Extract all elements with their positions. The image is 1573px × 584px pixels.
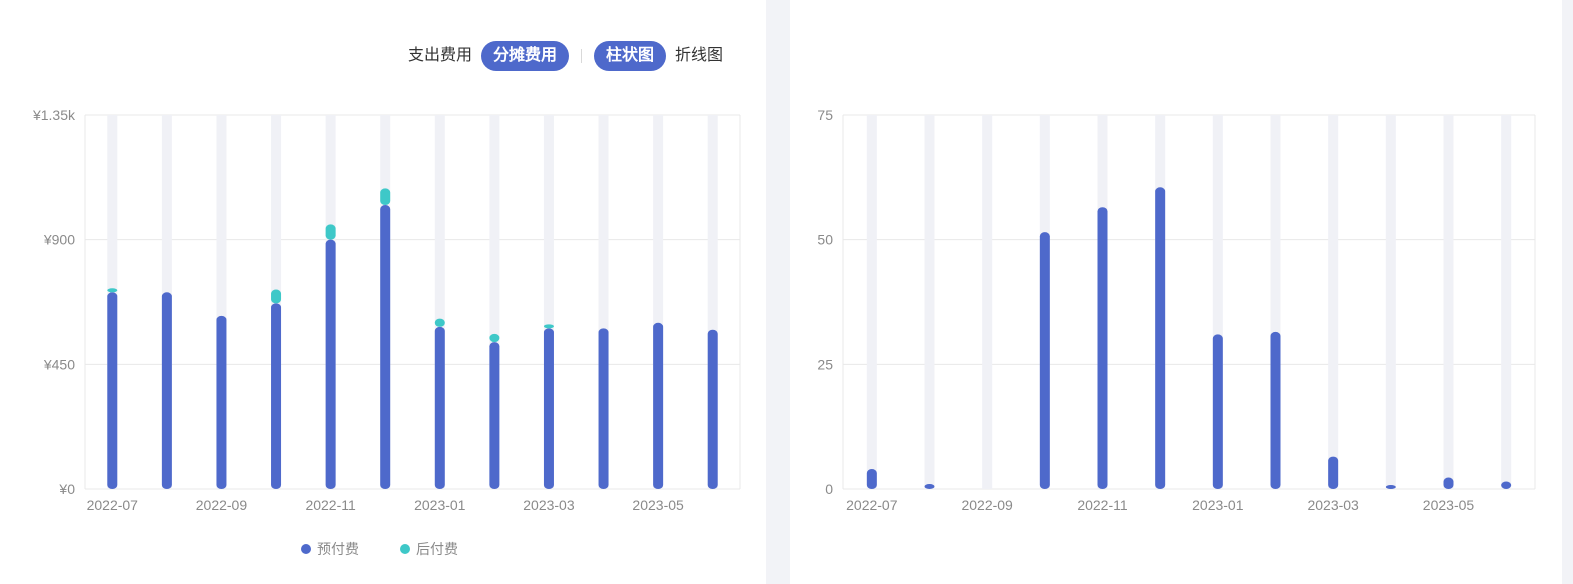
bar-track bbox=[1501, 115, 1512, 489]
y-tick-label: 75 bbox=[817, 107, 833, 123]
legend-postpaid-dot[interactable] bbox=[400, 544, 410, 554]
bar-track bbox=[1385, 115, 1396, 489]
bar-prepaid[interactable] bbox=[1501, 481, 1512, 489]
y-tick-label: 25 bbox=[817, 356, 833, 372]
x-tick-label: 2023-01 bbox=[1192, 497, 1244, 513]
bar-prepaid[interactable] bbox=[434, 326, 445, 489]
bar-track bbox=[1328, 115, 1339, 489]
bar-track bbox=[924, 115, 935, 489]
bar-prepaid[interactable] bbox=[543, 328, 554, 489]
y-tick-label: ¥450 bbox=[43, 356, 75, 372]
bar-prepaid[interactable] bbox=[1443, 477, 1454, 489]
bar-track bbox=[982, 115, 993, 489]
bar-prepaid[interactable] bbox=[489, 342, 500, 489]
legend-prepaid-dot[interactable] bbox=[301, 544, 311, 554]
bar-prepaid[interactable] bbox=[216, 315, 227, 489]
bar-postpaid[interactable] bbox=[489, 333, 500, 343]
bar-prepaid[interactable] bbox=[653, 322, 664, 489]
legend-label[interactable]: 后付费 bbox=[416, 541, 458, 557]
bar-prepaid[interactable] bbox=[161, 292, 172, 489]
x-tick-label: 2022-07 bbox=[846, 497, 898, 513]
bar-postpaid[interactable] bbox=[434, 318, 445, 327]
x-tick-label: 2023-05 bbox=[632, 497, 684, 513]
y-tick-label: 50 bbox=[817, 232, 833, 248]
bar-track bbox=[1443, 115, 1454, 489]
bar-prepaid[interactable] bbox=[1270, 331, 1281, 489]
y-tick-label: ¥900 bbox=[43, 232, 75, 248]
bar-prepaid[interactable] bbox=[1385, 485, 1396, 489]
bar-prepaid[interactable] bbox=[866, 469, 877, 489]
bar-prepaid[interactable] bbox=[1212, 334, 1223, 489]
bar-postpaid[interactable] bbox=[107, 288, 118, 293]
x-tick-label: 2022-11 bbox=[1077, 497, 1128, 513]
bar-prepaid[interactable] bbox=[271, 303, 282, 489]
x-tick-label: 2023-01 bbox=[414, 497, 466, 513]
usage-bar-chart: 0 25 50 75 2022-07 2022-09 2022-11 2023-01 2023-… bbox=[817, 107, 1536, 513]
bar-prepaid[interactable] bbox=[1328, 456, 1339, 489]
bar-prepaid[interactable] bbox=[325, 239, 336, 489]
x-tick-label: 2023-03 bbox=[1307, 497, 1359, 513]
bar-prepaid[interactable] bbox=[598, 328, 609, 489]
legend-label[interactable]: 预付费 bbox=[317, 541, 359, 557]
bar-prepaid[interactable] bbox=[1097, 207, 1108, 489]
bar-prepaid[interactable] bbox=[1155, 187, 1166, 489]
bar-postpaid[interactable] bbox=[271, 289, 282, 304]
chart-panel-right: 0 25 50 75 2022-07 2022-09 2022-11 2023-01 2023-… bbox=[790, 0, 1562, 584]
bar-postpaid[interactable] bbox=[325, 224, 336, 240]
y-tick-label: 0 bbox=[825, 481, 833, 497]
cost-bar-chart: ¥0 ¥450 ¥900 ¥1.35k 2022-07 2022-09 2022-11 202… bbox=[32, 107, 741, 557]
bar-postpaid[interactable] bbox=[543, 324, 554, 329]
x-tick-label: 2022-11 bbox=[305, 497, 356, 513]
y-tick-label: ¥0 bbox=[58, 481, 75, 497]
bar-prepaid[interactable] bbox=[924, 484, 935, 489]
chart-panel-left: 支出费用 分摊费用 柱状图 折线图 ¥0 ¥450 ¥900 ¥1.35k 2022-0… bbox=[0, 0, 766, 584]
x-tick-label: 2022-09 bbox=[961, 497, 1013, 513]
x-tick-label: 2023-05 bbox=[1423, 497, 1475, 513]
bar-prepaid[interactable] bbox=[707, 329, 718, 489]
bar-prepaid[interactable] bbox=[107, 292, 118, 489]
x-tick-label: 2022-07 bbox=[87, 497, 139, 513]
y-tick-label: ¥1.35k bbox=[32, 107, 76, 123]
bar-track bbox=[866, 115, 877, 489]
bar-postpaid[interactable] bbox=[380, 188, 391, 206]
x-tick-label: 2023-03 bbox=[523, 497, 575, 513]
bar-prepaid[interactable] bbox=[380, 205, 391, 489]
bar-prepaid[interactable] bbox=[1039, 232, 1050, 490]
x-tick-label: 2022-09 bbox=[196, 497, 248, 513]
